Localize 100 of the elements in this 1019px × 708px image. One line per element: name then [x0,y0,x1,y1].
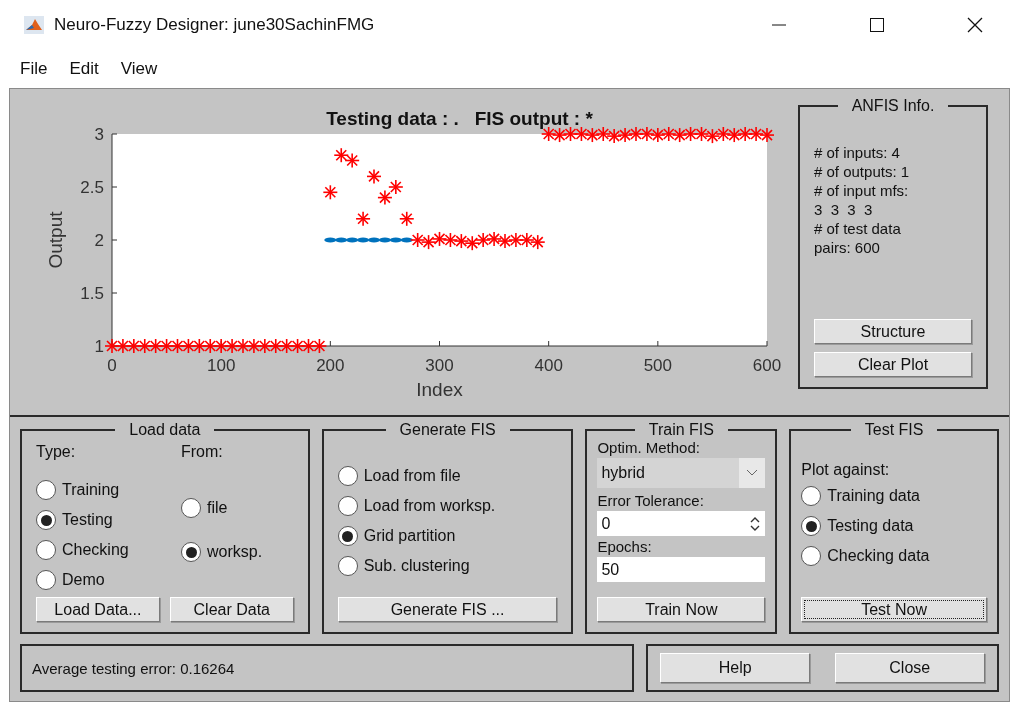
field-label: Error Tolerance: [597,492,705,509]
star-marker [333,147,350,163]
panel-button[interactable]: Structure [814,319,972,344]
axis-label: Index [416,379,463,400]
radio-button[interactable] [337,466,358,486]
star-marker [704,128,721,144]
star-marker [551,127,568,143]
tick-label: 500 [643,356,672,375]
field-label: Plot against: [801,461,891,479]
star-marker [289,338,306,354]
info-text: # of inputs: 4 [814,143,901,162]
radio-button[interactable] [337,526,358,546]
star-marker [442,232,459,248]
star-marker [486,231,502,247]
star-marker [278,338,295,354]
star-marker [409,232,426,248]
field-label: Epochs: [597,538,653,555]
epochs-field[interactable]: 50 [597,557,766,582]
star-marker [584,127,601,143]
radio-button[interactable] [36,570,56,590]
menu-item[interactable]: Edit [69,59,99,79]
radio-button[interactable] [181,498,201,518]
radio-label[interactable]: Testing data [827,517,914,535]
star-marker [726,127,743,143]
radio-button[interactable] [801,546,822,566]
radio-label[interactable]: Checking data [827,547,930,565]
radio-label[interactable]: Testing [62,511,113,529]
star-marker [213,338,229,354]
radio-label[interactable]: Load from worksp. [363,497,496,515]
star-marker [115,338,131,354]
panel-button[interactable]: Clear Data [169,597,294,622]
star-marker [311,338,328,354]
dialog-button[interactable]: Help [660,653,811,683]
tick-label: 2 [94,231,104,250]
radio-button[interactable] [181,542,201,562]
menu-item[interactable]: View [120,59,158,79]
tick-label: 100 [207,356,236,375]
star-marker [246,338,262,354]
radio-button[interactable] [801,516,822,536]
tick-label: 2.5 [80,178,104,197]
star-marker [398,211,415,227]
radio-label[interactable]: Grid partition [363,527,456,545]
star-marker [388,179,404,195]
star-marker [344,152,360,169]
radio-label[interactable]: Training [62,481,120,499]
menu-item[interactable]: File [20,59,48,79]
star-marker [759,127,775,143]
star-marker [147,338,164,354]
star-marker [693,126,710,142]
group-title: Train FIS [647,421,715,439]
tolerance-field[interactable]: 0 [597,511,766,536]
panel-button[interactable]: Load Data... [36,597,160,622]
star-marker [126,338,142,354]
info-text: # of input mfs: [814,181,910,200]
radio-button[interactable] [36,510,56,530]
field-label: From: [181,443,224,462]
tick-label: 0 [107,356,117,375]
tick-label: 1 [94,337,104,356]
star-marker [660,126,677,142]
star-marker [639,126,655,142]
radio-button[interactable] [36,540,56,560]
test-button[interactable]: Test Now [801,597,987,622]
star-marker [573,126,590,142]
info-text: pairs: 600 [814,238,881,257]
train-button[interactable]: Train Now [597,597,766,622]
star-marker [377,189,393,206]
axis-label: Output [45,211,66,269]
star-marker [267,338,284,354]
radio-button[interactable] [337,496,358,516]
radio-label[interactable]: Sub. clustering [363,557,470,575]
star-marker [136,338,153,354]
method-dropdown[interactable]: hybrid [597,458,766,488]
radio-label[interactable]: Load from file [363,467,461,485]
app-logo-icon [24,16,44,34]
status-text: Average testing error: 0.16264 [32,659,235,677]
radio-label[interactable]: Checking [62,541,129,559]
radio-button[interactable] [801,486,822,506]
star-marker [453,233,470,249]
chevron-down-icon [739,458,766,488]
group-title: ANFIS Info. [850,97,936,115]
dialog-button[interactable]: Close [834,653,985,683]
panel-button[interactable]: Clear Plot [814,352,972,377]
star-marker [617,127,633,143]
radio-label[interactable]: Demo [62,571,105,589]
star-marker [366,168,382,185]
window-title: Neuro-Fuzzy Designer: june30SachinFMG [54,15,376,35]
tick-label: 300 [425,356,454,375]
tick-label: 1.5 [80,284,104,303]
generate-button[interactable]: Generate FIS ... [337,597,558,622]
radio-label[interactable]: Training data [827,487,920,505]
star-marker [420,234,437,250]
star-marker [715,126,732,142]
radio-label[interactable]: worksp. [207,543,263,561]
radio-button[interactable] [337,556,358,576]
star-marker [322,184,339,201]
radio-label[interactable]: file [207,499,228,517]
star-marker [464,235,481,251]
radio-button[interactable] [36,480,56,500]
star-marker [104,338,120,354]
chart-title: Testing data : . FIS output : * [326,108,593,129]
